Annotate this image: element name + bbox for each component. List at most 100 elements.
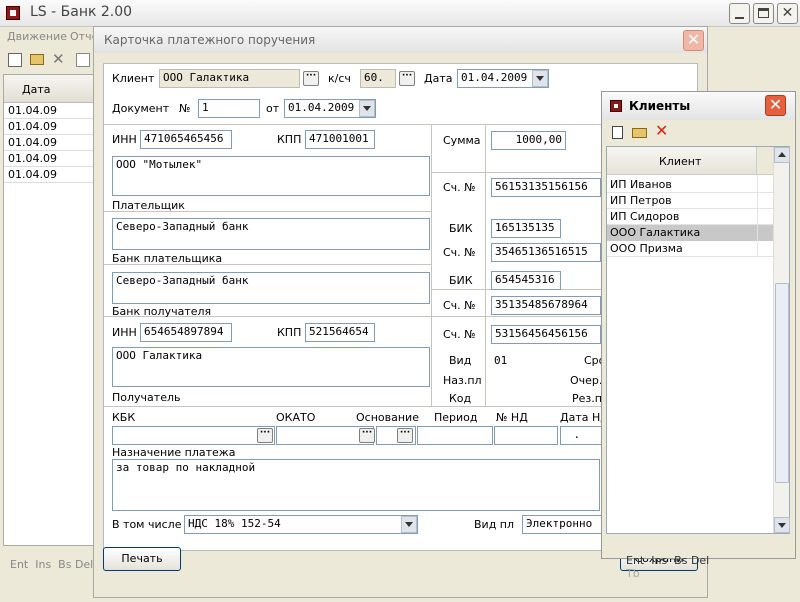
kod-label: Код xyxy=(449,392,472,405)
client-select-button[interactable]: ··· xyxy=(303,71,319,86)
table-row[interactable]: 01.04.09 xyxy=(4,103,104,119)
period-field[interactable] xyxy=(417,426,493,445)
kbk-select-button[interactable]: ··· xyxy=(257,428,273,443)
date-dropdown-button[interactable] xyxy=(532,70,548,87)
osnov-select-button[interactable]: ··· xyxy=(397,428,413,443)
payer-name-field[interactable]: ООО "Мотылек" xyxy=(112,156,430,196)
clients-status-tb: Tb xyxy=(626,567,640,580)
copy-icon[interactable] xyxy=(76,53,90,67)
payer-kpp-label: КПП xyxy=(277,133,302,146)
purpose-field[interactable]: за товар по накладной xyxy=(112,459,600,511)
nd-label: № НД xyxy=(496,411,528,424)
list-item[interactable]: ИП Сидоров xyxy=(607,209,773,225)
table-row[interactable]: 01.04.09 xyxy=(4,167,104,183)
payer-acct-label: Сч. № xyxy=(443,181,476,194)
nazpl-label: Наз.пл xyxy=(443,374,482,387)
open-folder-icon[interactable] xyxy=(30,54,44,65)
row-date: 01.04.09 xyxy=(8,104,57,117)
delete-client-icon[interactable]: ✕ xyxy=(655,123,669,139)
payee-bank-caption: Банк получателя xyxy=(112,305,212,318)
main-close-button[interactable]: ✕ xyxy=(777,3,798,24)
payer-bik-field[interactable]: 165135135 xyxy=(491,219,561,238)
print-button[interactable]: Печать xyxy=(103,547,181,571)
doc-number-field[interactable]: 1 xyxy=(198,99,260,118)
column-date-header[interactable]: Дата xyxy=(22,83,50,96)
client-name: ИП Петров xyxy=(610,194,672,207)
client-column-header[interactable]: Клиент xyxy=(659,155,701,168)
dialog-close-button[interactable]: ✕ xyxy=(683,30,704,51)
clients-header-blank xyxy=(757,147,773,175)
payer-inn-field[interactable]: 471065465456 xyxy=(140,130,232,149)
vid-label: Вид xyxy=(449,354,472,367)
payer-bank-field[interactable]: Северо-Западный банк xyxy=(112,218,430,250)
row-date: 01.04.09 xyxy=(8,120,57,133)
from-label: от xyxy=(266,102,280,115)
dialog-title: Карточка платежного поручения xyxy=(104,33,316,47)
table-row[interactable]: 01.04.09 xyxy=(4,119,104,135)
main-title: LS - Банк 2.00 xyxy=(30,4,133,20)
payee-acct-label: Сч. № xyxy=(443,328,476,341)
list-item[interactable]: ИП Иванов xyxy=(607,177,773,193)
vid-value: 01 xyxy=(494,354,508,367)
clients-window: Клиенты ✕ ✕ Клиент ИП Иванов ИП Петров И… xyxy=(601,91,796,580)
list-item[interactable]: ООО Призма xyxy=(607,241,773,257)
ocher-label: Очер. xyxy=(570,374,603,387)
clients-app-icon xyxy=(610,100,622,112)
osnov-label: Основание xyxy=(356,411,419,424)
payer-bank-acct-field[interactable]: 35465136516515 xyxy=(491,243,601,262)
vidpl-label: Вид пл xyxy=(474,518,515,531)
payer-bank-acct-label: Сч. № xyxy=(443,246,476,259)
clients-title-bar: Клиенты ✕ xyxy=(602,92,795,120)
maximize-button[interactable] xyxy=(753,3,774,24)
nd-field[interactable] xyxy=(494,426,558,445)
menu-item-movement[interactable]: Движение xyxy=(7,30,67,43)
number-label: № xyxy=(179,102,191,115)
document-label: Документ xyxy=(112,102,170,115)
incl-dropdown-button[interactable] xyxy=(401,516,417,533)
payee-bik-field[interactable]: 654545316 xyxy=(491,271,561,290)
sum-field[interactable]: 1000,00 xyxy=(491,131,566,150)
new-doc-icon[interactable] xyxy=(8,53,22,67)
minimize-button[interactable] xyxy=(729,3,750,24)
delete-icon[interactable]: ✕ xyxy=(52,52,66,67)
payee-bank-acct-field[interactable]: 35135485678964 xyxy=(491,296,601,315)
payer-acct-field[interactable]: 56153135156156 xyxy=(491,178,601,197)
client-field[interactable]: ООО Галактика xyxy=(159,69,300,88)
kbk-label: КБК xyxy=(112,411,136,424)
open-folder-icon[interactable] xyxy=(632,128,647,138)
list-item-selected[interactable]: ООО Галактика xyxy=(607,225,773,241)
payee-bank-field[interactable]: Северо-Западный банк xyxy=(112,272,430,304)
grid-divider xyxy=(431,124,432,406)
clients-close-button[interactable]: ✕ xyxy=(765,95,786,116)
table-row[interactable]: 01.04.09 xyxy=(4,151,104,167)
client-name: ИП Сидоров xyxy=(610,210,680,223)
scroll-up-button[interactable] xyxy=(774,147,790,163)
okato-select-button[interactable]: ··· xyxy=(359,428,375,443)
scroll-thumb[interactable] xyxy=(775,283,789,483)
ks-select-button[interactable]: ··· xyxy=(399,71,415,86)
list-item[interactable]: ИП Петров xyxy=(607,193,773,209)
purpose-label: Назначение платежа xyxy=(112,446,236,459)
new-client-icon[interactable] xyxy=(612,126,623,139)
period-label: Период xyxy=(434,411,478,424)
kbk-field[interactable] xyxy=(112,426,275,445)
payee-inn-field[interactable]: 654654897894 xyxy=(140,323,232,342)
dialog-title-bar: Карточка платежного поручения ✕ xyxy=(94,27,707,53)
doc-date-dropdown-button[interactable] xyxy=(359,100,375,117)
payee-kpp-field[interactable]: 521564654 xyxy=(305,323,375,342)
okato-label: ОКАТО xyxy=(276,411,316,424)
payer-kpp-field[interactable]: 471001001 xyxy=(305,130,375,149)
row-date: 01.04.09 xyxy=(8,136,57,149)
vidpl-field[interactable]: Электронно xyxy=(522,515,602,534)
rez-label: Рез.п xyxy=(572,392,602,405)
payee-kpp-label: КПП xyxy=(277,326,302,339)
payee-name-field[interactable]: ООО Галактика xyxy=(112,347,430,387)
incl-label: В том числе xyxy=(112,518,182,531)
incl-field[interactable]: НДС 18% 152-54 xyxy=(184,515,418,534)
table-row[interactable]: 01.04.09 xyxy=(4,135,104,151)
row-date: 01.04.09 xyxy=(8,152,57,165)
payee-acct-field[interactable]: 53156456456156 xyxy=(491,325,601,344)
scroll-down-button[interactable] xyxy=(774,517,790,533)
clients-scrollbar[interactable] xyxy=(773,147,790,533)
ks-field[interactable]: 60. xyxy=(360,69,396,88)
